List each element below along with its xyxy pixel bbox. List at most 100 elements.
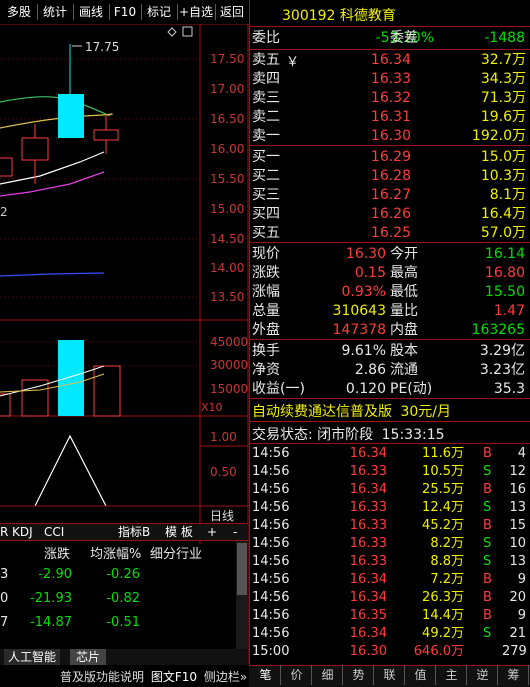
promo-banner[interactable]: 自动续费通达信普及版 30元/月: [252, 401, 451, 421]
tick-row[interactable]: 14:56 16.34 26.3万 B 20: [250, 589, 530, 607]
tick-side: S: [483, 536, 492, 551]
tick-side: B: [483, 590, 492, 605]
tick-row[interactable]: 14:56 16.35 14.4万 B 9: [250, 607, 530, 625]
stat-label: 现价: [252, 246, 280, 262]
stat-label: 涨幅: [252, 284, 280, 300]
stat-row: 外盘 147378 内盘 163265: [250, 321, 530, 340]
tick-row[interactable]: 14:56 16.34 7.2万 B 9: [250, 571, 530, 589]
buy-row[interactable]: 买五 16.25 57.0万: [250, 224, 530, 243]
sector-tab-ai[interactable]: 人工智能: [4, 649, 61, 665]
sell-row[interactable]: 卖四 16.33 34.3万: [250, 70, 530, 89]
tick-time: 14:56: [252, 608, 290, 623]
buy-label: 买一: [252, 149, 280, 165]
detail-tab[interactable]: 价: [282, 665, 312, 685]
stat-value: 147378: [332, 322, 386, 338]
tick-volume: 646.0万: [413, 644, 464, 659]
tick-row[interactable]: 14:56 16.34 49.2万 S 21: [250, 625, 530, 643]
sell-volume: 19.6万: [480, 109, 526, 125]
status-bar-f10[interactable]: 图文F10: [151, 670, 197, 684]
tick-count: 21: [509, 626, 526, 641]
tick-price: 16.35: [349, 608, 387, 623]
price-axis-label: 16.00: [210, 142, 245, 156]
indicator-tab-cci[interactable]: CCI: [44, 524, 64, 541]
buy-label: 买三: [252, 187, 280, 203]
detail-tab[interactable]: 值: [406, 665, 436, 685]
buy-row[interactable]: 买四 16.26 16.4万: [250, 205, 530, 224]
draw-line-button[interactable]: 画线: [74, 2, 108, 22]
status-bar-help[interactable]: 普及版功能说明: [60, 670, 144, 684]
detail-tab[interactable]: 势: [344, 665, 374, 685]
tick-row[interactable]: 14:56 16.33 10.5万 S 12: [250, 463, 530, 481]
detail-tab[interactable]: 笔: [251, 665, 281, 685]
tick-side: S: [483, 464, 492, 479]
column-header: 涨跌: [44, 547, 71, 562]
stat-label: 量比: [390, 303, 418, 319]
zoom-in-button[interactable]: +: [207, 524, 217, 541]
price-axis-label: 13.50: [210, 290, 245, 304]
detail-tab[interactable]: 联: [375, 665, 405, 685]
mark-button[interactable]: 标记: [142, 2, 176, 22]
tick-row[interactable]: 15:00 16.30 646.0万 279: [250, 643, 530, 661]
tick-time: 14:56: [252, 626, 290, 641]
add-watchlist-button[interactable]: +自选: [178, 2, 214, 22]
tick-row[interactable]: 14:56 16.33 8.8万 S 13: [250, 553, 530, 571]
f10-button[interactable]: F10: [110, 2, 140, 22]
sector-table: 涨跌 均涨幅% 细分行业 3 -2.90 -0.26 0 -21.93 -0.8…: [0, 541, 236, 649]
tick-row[interactable]: 14:56 16.34 25.5万 B 16: [250, 481, 530, 499]
tick-count: 13: [509, 500, 526, 515]
buy-row[interactable]: 买二 16.28 10.3万: [250, 167, 530, 186]
buy-volume: 8.1万: [489, 187, 526, 203]
promo-price[interactable]: 30元/月: [400, 404, 451, 420]
sector-scrollbar[interactable]: [236, 541, 248, 649]
tick-row[interactable]: 14:56 16.34 11.6万 B 4: [250, 445, 530, 463]
indicator-tab[interactable]: R: [0, 524, 8, 541]
buy-row[interactable]: 买一 16.29 15.0万: [250, 148, 530, 167]
tick-price: 16.33: [349, 500, 387, 515]
statistics-button[interactable]: 统计: [38, 2, 72, 22]
buy-row[interactable]: 买三 16.27 8.1万: [250, 186, 530, 205]
buy-label: 买二: [252, 168, 280, 184]
sidebar-toggle[interactable]: 侧边栏»: [204, 670, 247, 684]
promo-text[interactable]: 自动续费通达信普及版: [252, 404, 392, 420]
row-avg: -0.26: [106, 567, 140, 582]
tick-time: 14:56: [252, 518, 290, 533]
detail-tab[interactable]: 细: [313, 665, 343, 685]
sell-volume: 34.3万: [480, 71, 526, 87]
multi-stock-button[interactable]: 多股: [2, 2, 36, 22]
tick-side: B: [483, 572, 492, 587]
tick-side: S: [483, 500, 492, 515]
stat-label: 换手: [252, 343, 280, 359]
weibi-label: 委比: [252, 30, 280, 46]
row-change: -21.93: [30, 591, 72, 606]
tick-time: 14:56: [252, 446, 290, 461]
stat-row: 涨跌 0.15 最高 16.80: [250, 264, 530, 283]
sell-price: 16.32: [370, 90, 411, 106]
column-header: 均涨幅%: [90, 547, 142, 562]
stat-value: 15.50: [484, 284, 525, 300]
sell-row[interactable]: 卖一 16.30 192.0万: [250, 127, 530, 146]
stat-value: 0.120: [345, 381, 386, 397]
template-menu[interactable]: 模 板: [165, 524, 193, 541]
sector-tab-chip[interactable]: 芯片: [70, 649, 107, 665]
detail-tab[interactable]: 筹: [499, 665, 529, 685]
sell-row[interactable]: 卖三 16.32 71.3万: [250, 89, 530, 108]
sell-row[interactable]: 卖二 16.31 19.6万: [250, 108, 530, 127]
zoom-out-button[interactable]: -: [233, 524, 237, 541]
buy-price: 16.28: [370, 168, 411, 184]
period-label[interactable]: 日线: [210, 507, 234, 524]
price-axis-label: 15.00: [210, 202, 245, 216]
back-button[interactable]: 返回: [216, 2, 248, 22]
tick-row[interactable]: 14:56 16.33 45.2万 B 15: [250, 517, 530, 535]
tick-volume: 10.5万: [422, 464, 464, 479]
indicator-tab-kdj[interactable]: KDJ: [12, 524, 33, 541]
scrollbar-thumb[interactable]: [237, 543, 247, 595]
detail-tab[interactable]: 主: [437, 665, 467, 685]
indicator-menu[interactable]: 指标B: [118, 524, 150, 541]
detail-tab[interactable]: 逆: [468, 665, 498, 685]
tick-side: B: [483, 608, 492, 623]
tick-row[interactable]: 14:56 16.33 12.4万 S 13: [250, 499, 530, 517]
volume-axis-label: 30000: [210, 358, 249, 372]
tick-row[interactable]: 14:56 16.33 8.2万 S 10: [250, 535, 530, 553]
row-code: 3: [0, 567, 9, 582]
stat-row: 收益(一) 0.120 PE(动) 35.3: [250, 380, 530, 399]
